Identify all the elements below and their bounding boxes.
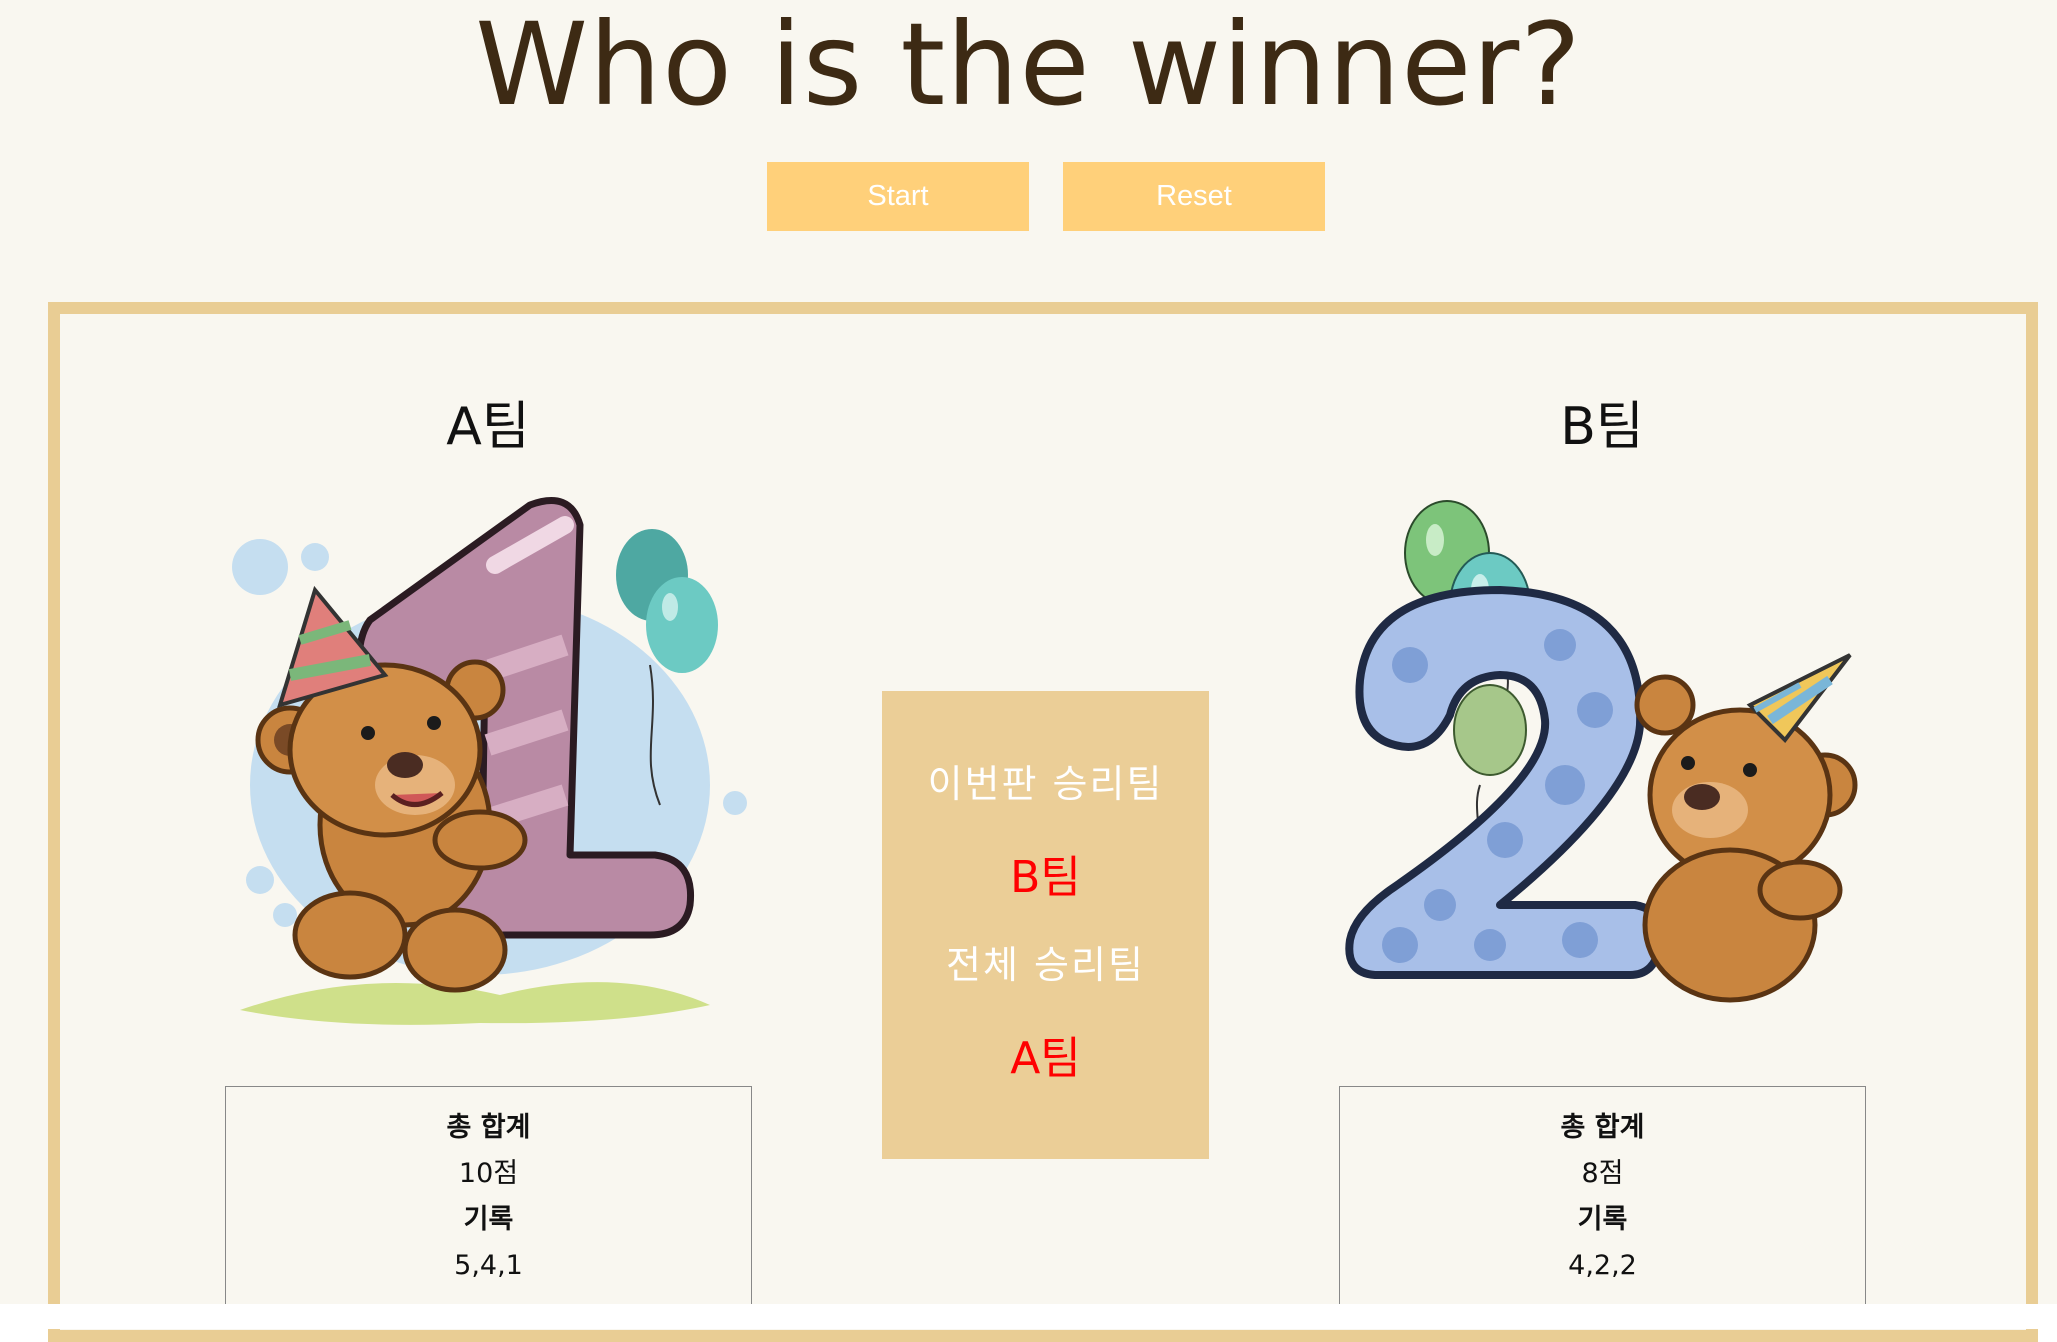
page-title: Who is the winner? xyxy=(475,0,1582,131)
team-a-record-label: 기록 xyxy=(463,1204,514,1235)
team-b-score-box: 총 합계 8점 기록 4,2,2 xyxy=(1339,1086,1866,1305)
team-b-total-label: 총 합계 xyxy=(1560,1112,1645,1143)
team-a-total-value: 10점 xyxy=(458,1158,519,1189)
team-b-record-label: 기록 xyxy=(1577,1204,1628,1235)
overall-winner-value: A팀 xyxy=(1010,1033,1081,1084)
result-panel: 이번판 승리팀 B팀 전체 승리팀 A팀 xyxy=(882,691,1209,1159)
round-winner-value: B팀 xyxy=(1010,852,1081,903)
round-winner-label: 이번판 승리팀 xyxy=(927,762,1164,806)
start-button[interactable]: Start xyxy=(767,162,1029,231)
team-a-total-label: 총 합계 xyxy=(446,1112,531,1143)
team-b-name: B팀 xyxy=(1560,397,1644,457)
team-b-total-value: 8점 xyxy=(1581,1158,1624,1189)
reset-button[interactable]: Reset xyxy=(1063,162,1325,231)
overall-winner-label: 전체 승리팀 xyxy=(946,943,1145,987)
teddy-bear-number-two-icon xyxy=(1345,500,1858,1003)
teddy-bear-number-one-icon xyxy=(232,497,747,1025)
page-bottom-strip xyxy=(0,1304,2057,1329)
team-a-record-value: 5,4,1 xyxy=(454,1250,523,1281)
team-b-record-value: 4,2,2 xyxy=(1568,1250,1637,1281)
team-a-score-box: 총 합계 10점 기록 5,4,1 xyxy=(225,1086,752,1305)
team-a-name: A팀 xyxy=(446,397,530,457)
